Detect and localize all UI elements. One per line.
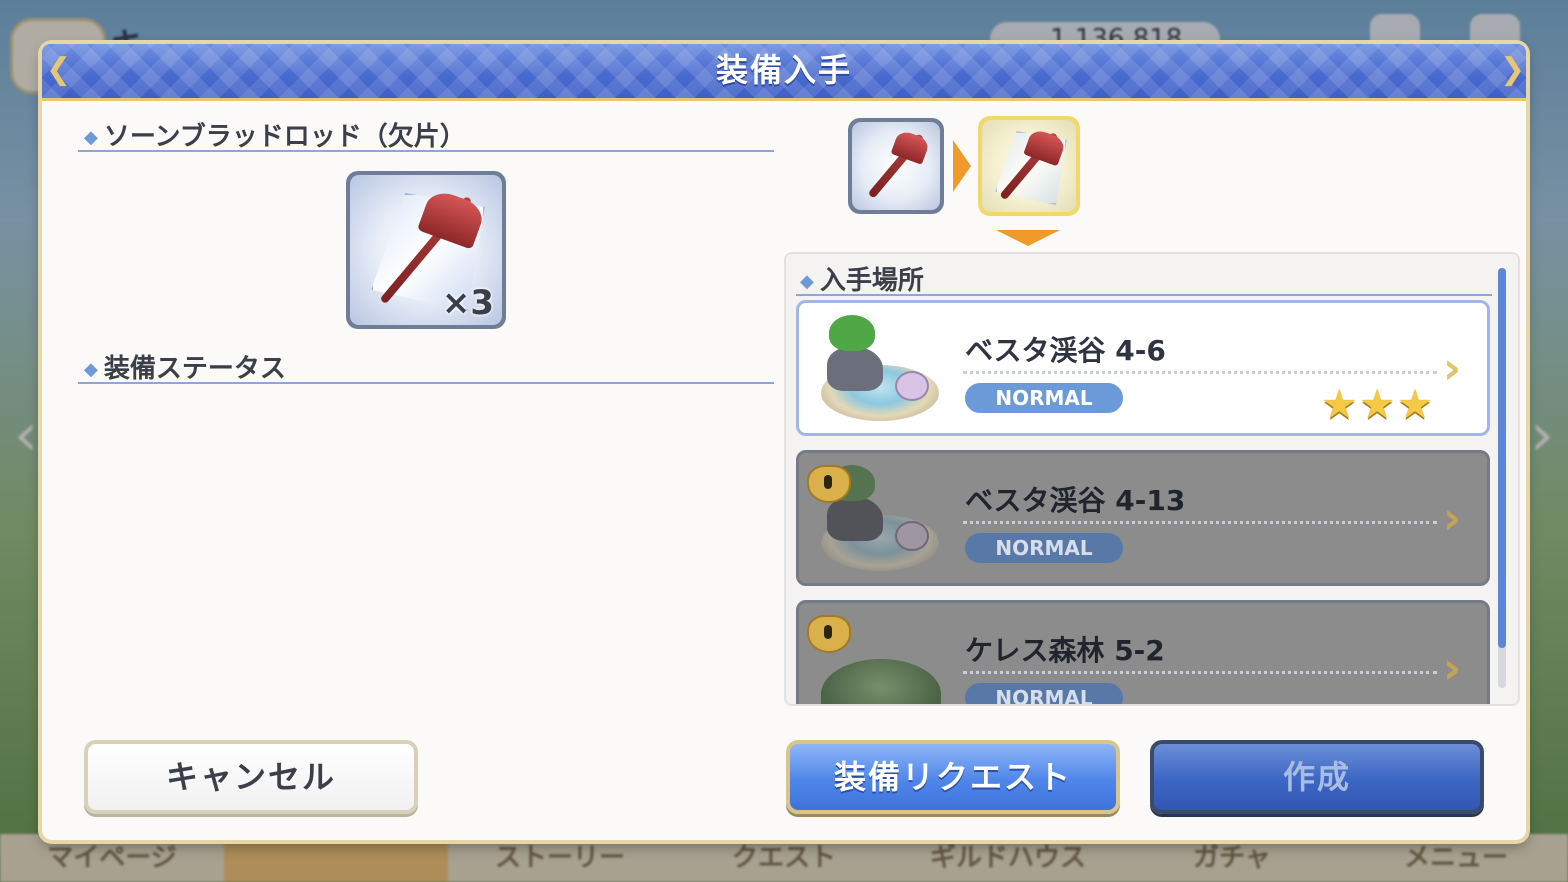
scrollbar[interactable] (1498, 268, 1506, 688)
star-icon: ★ (1321, 382, 1358, 428)
scrollbar-thumb[interactable] (1498, 268, 1506, 648)
divider (78, 382, 774, 384)
status-heading: ◆ 装備ステータス (84, 348, 286, 385)
arrow-right-icon (953, 140, 971, 192)
quest-name: ベスタ渓谷 4-6 (965, 334, 1166, 367)
heart-lock-icon (801, 605, 851, 653)
status-heading-label: 装備ステータス (103, 354, 286, 384)
chevron-right-icon: › (1443, 643, 1462, 694)
dotted-divider (963, 521, 1437, 524)
quest-item[interactable]: ベスタ渓谷 4-6 NORMAL ★ ★ ★ › (796, 300, 1490, 436)
item-name-heading: ◆ ソーンブラッドロッド（欠片） (84, 116, 466, 153)
acquisition-panel[interactable]: ◆ 入手場所 ベスタ渓谷 4-6 NORMAL ★ ★ ★ › ベスタ渓谷 4-1… (784, 252, 1520, 706)
equipment-acquire-dialog: ❮ 装備入手 ❯ ◆ ソーンブラッドロッド（欠片） ×3 ◆ 装備ステータス ◆… (42, 44, 1526, 840)
item-fragment-icon: ×3 (346, 171, 506, 329)
create-button[interactable]: 作成 (1150, 740, 1484, 814)
quest-map-thumbnail (809, 309, 949, 429)
difficulty-badge: NORMAL (965, 383, 1123, 413)
difficulty-badge: NORMAL (965, 533, 1123, 563)
fragment-icon[interactable] (848, 118, 944, 214)
quest-item[interactable]: ケレス森林 5-2 NORMAL › (796, 600, 1490, 704)
equipment-request-button[interactable]: 装備リクエスト (786, 740, 1120, 814)
equipment-result-icon[interactable] (978, 116, 1080, 216)
cancel-button[interactable]: キャンセル (84, 740, 418, 814)
diamond-icon: ◆ (800, 271, 814, 292)
divider (78, 150, 774, 152)
dialog-title: 装備入手 (715, 51, 852, 89)
corner-ornament-icon: ❯ (1500, 52, 1526, 87)
acquisition-heading-label: 入手場所 (819, 266, 924, 296)
quest-item[interactable]: ベスタ渓谷 4-13 NORMAL › (796, 450, 1490, 586)
diamond-icon: ◆ (84, 359, 98, 380)
quest-name: ケレス森林 5-2 (965, 634, 1165, 667)
star-icon: ★ (1397, 382, 1433, 428)
divider (796, 294, 1492, 296)
chevron-right-icon: › (1443, 343, 1462, 394)
star-icon: ★ (1359, 382, 1396, 428)
quest-name: ベスタ渓谷 4-13 (965, 484, 1186, 517)
dotted-divider (963, 371, 1437, 374)
chevron-right-icon: › (1443, 493, 1462, 544)
arrow-down-icon (996, 230, 1060, 246)
item-name: ソーンブラッドロッド（欠片） (103, 122, 466, 152)
item-count: ×3 (441, 283, 494, 323)
acquisition-heading: ◆ 入手場所 (800, 260, 924, 297)
diamond-icon: ◆ (84, 127, 98, 148)
star-rating: ★ ★ ★ (1321, 385, 1433, 425)
dialog-header: ❮ 装備入手 ❯ (42, 44, 1526, 101)
dotted-divider (963, 671, 1437, 674)
difficulty-badge: NORMAL (965, 683, 1123, 704)
heart-lock-icon (801, 455, 851, 503)
